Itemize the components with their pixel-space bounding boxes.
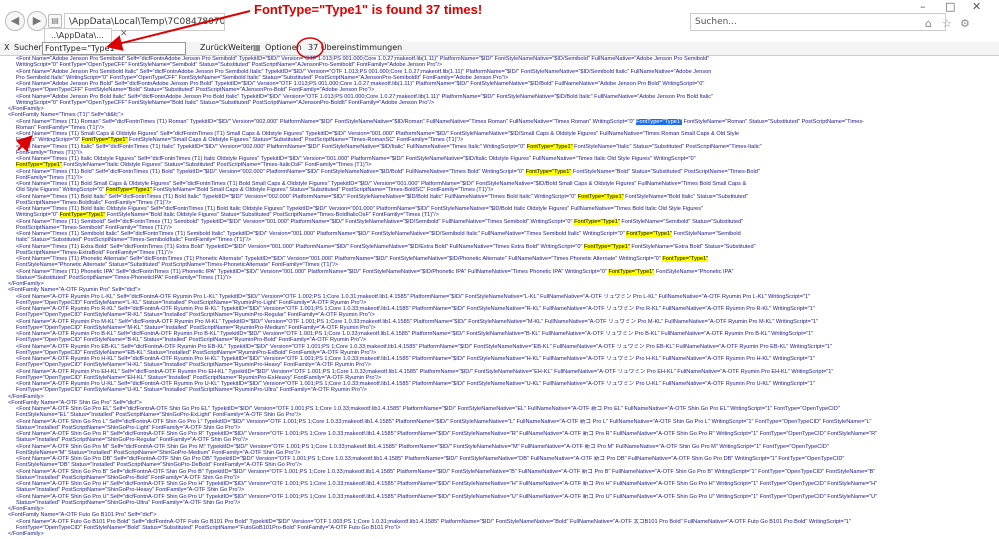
annotation-overlay: [15, 10, 324, 153]
match-count-circle: [296, 37, 324, 59]
arrow-to-find-input: [106, 10, 251, 51]
arrow-to-times-family: [15, 135, 33, 153]
